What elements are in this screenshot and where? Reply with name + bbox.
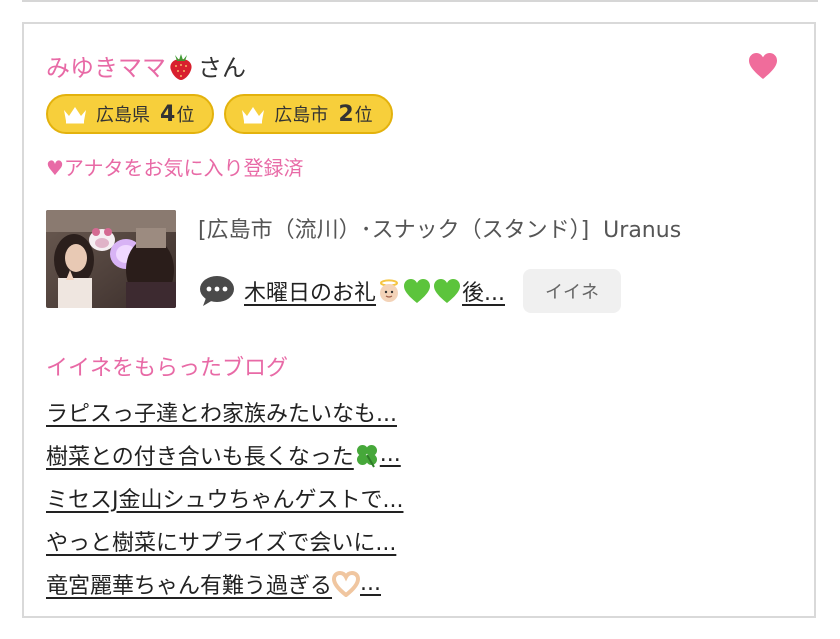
four-leaf-clover-emoji [356,444,377,468]
liked-blog-title: ミセスJ金山シュウちゃんゲストで... [46,487,404,513]
green-heart-emoji [404,279,431,303]
latest-post-link[interactable]: 木曜日のお礼 後... [244,275,505,307]
rank-badges: 広島県 4 位 広島市 2 位 [46,94,393,134]
liked-blog-link[interactable]: ラピスっ子達とわ家族みたいなも... [46,396,397,428]
latest-post-row: 木曜日のお礼 後... イイネ [198,268,621,314]
liked-blog-ellipsis: ... [379,442,401,467]
liked-blog-link[interactable]: 樹菜との付き合いも長くなった ... [46,439,401,471]
rank-unit: 位 [354,105,373,126]
liked-blog-title: やっと樹菜にサプライズで会いに... [46,530,397,556]
list-item: 竜宮麗華ちゃん有難う過ぎる ... [46,562,403,605]
shop-name[interactable]: Uranus [603,218,681,243]
top-divider [22,0,818,2]
rank-number: 4 [160,101,176,127]
baby-angel-emoji [380,279,399,302]
crown-icon [242,107,265,124]
liked-blog-link[interactable]: 竜宮麗華ちゃん有難う過ぎる ... [46,568,381,600]
shop-photo[interactable] [46,210,176,308]
liked-blog-title: 樹菜との付き合いも長くなった [46,444,354,470]
liked-blog-link[interactable]: やっと樹菜にサプライズで会いに... [46,525,396,557]
shop-location-category: [広島市（流川）･スナック（スタンド）] [198,218,590,243]
green-heart-emoji [434,279,461,303]
cast-name[interactable]: みゆきママ [46,48,166,83]
heart-hands-emoji [332,570,361,597]
list-item: 樹菜との付き合いも長くなった ... [46,433,403,476]
rank-badge-prefecture[interactable]: 広島県 4 位 [46,94,215,134]
rank-area: 広島市 [274,105,329,126]
list-item: やっと樹菜にサプライズで会いに... [46,519,403,562]
rank-area: 広島県 [96,105,150,126]
list-item: ミセスJ金山シュウちゃんゲストで... [46,476,403,519]
liked-blogs-heading: イイネをもらったブログ [46,356,289,381]
rank-badge-city[interactable]: 広島市 2 位 [224,94,393,134]
liked-blog-title: ラピスっ子達とわ家族みたいなも... [46,401,397,427]
crown-icon [64,107,86,124]
liked-blog-title: 竜宮麗華ちゃん有難う過ぎる [46,573,333,599]
latest-post-suffix: 後... [462,281,505,306]
latest-post-title: 木曜日のお礼 [244,281,377,306]
cast-card: みゆきママ さん 広島県 4 位 広島市 2 位 ♥アナタをお気に入り登録済 [… [22,22,816,618]
cast-name-row[interactable]: みゆきママ さん [46,48,246,82]
speech-bubble-icon [200,276,234,306]
heart-icon[interactable] [748,52,778,80]
honorific: さん [198,53,246,82]
favorite-status: ♥アナタをお気に入り登録済 [46,156,304,180]
iine-button[interactable]: イイネ [523,269,621,313]
rank-unit: 位 [176,105,195,126]
strawberry-emoji [170,54,192,80]
rank-number: 2 [338,101,354,127]
liked-blogs-list: ラピスっ子達とわ家族みたいなも... 樹菜との付き合いも長くなった ... ミセ… [46,390,403,605]
liked-blog-link[interactable]: ミセスJ金山シュウちゃんゲストで... [46,482,403,514]
list-item: ラピスっ子達とわ家族みたいなも... [46,390,403,433]
liked-blog-ellipsis: ... [360,571,381,596]
shop-info[interactable]: [広島市（流川）･スナック（スタンド）] Uranus [198,212,681,244]
